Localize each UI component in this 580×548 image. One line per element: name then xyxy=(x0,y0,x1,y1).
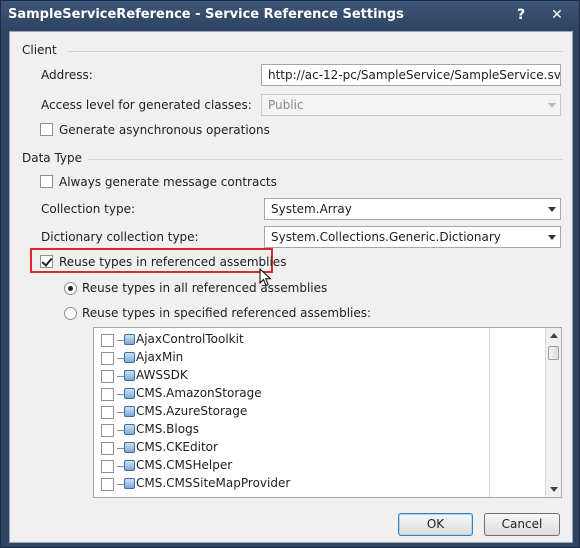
scroll-thumb[interactable] xyxy=(548,346,559,360)
collection-type-label: Collection type: xyxy=(41,202,136,216)
reuse-types-checkbox[interactable] xyxy=(40,255,53,268)
message-contracts-checkbox[interactable] xyxy=(40,175,53,188)
scroll-up-icon[interactable] xyxy=(546,328,561,343)
address-label: Address: xyxy=(41,68,93,82)
window-title: SampleServiceReference - Service Referen… xyxy=(8,7,404,22)
assembly-icon xyxy=(124,388,135,399)
ok-button[interactable]: OK xyxy=(398,513,473,536)
chevron-down-icon xyxy=(548,103,556,108)
assembly-name: CMS.CKEditor xyxy=(136,440,218,454)
close-button[interactable]: ✕ xyxy=(547,6,567,24)
client-group-divider xyxy=(68,51,563,52)
access-level-select[interactable]: Public xyxy=(261,94,561,116)
assembly-checkbox[interactable] xyxy=(101,334,114,347)
scroll-down-icon[interactable] xyxy=(546,482,561,497)
collection-type-value: System.Array xyxy=(271,202,352,216)
assembly-name: CMS.AzureStorage xyxy=(136,404,248,418)
assembly-checkbox[interactable] xyxy=(101,370,114,383)
list-item[interactable]: AjaxControlToolkit xyxy=(94,331,544,349)
data-type-group-divider xyxy=(88,159,563,160)
reuse-types-label[interactable]: Reuse types in referenced assemblies xyxy=(59,255,286,269)
list-item[interactable]: CMS.Blogs xyxy=(94,421,544,439)
assembly-icon xyxy=(124,442,135,453)
chevron-down-icon xyxy=(548,207,556,212)
dictionary-type-select[interactable]: System.Collections.Generic.Dictionary xyxy=(264,226,561,248)
address-input[interactable]: http://ac-12-pc/SampleService/SampleServ… xyxy=(261,64,561,86)
assembly-icon xyxy=(124,334,135,345)
reuse-all-label[interactable]: Reuse types in all referenced assemblies xyxy=(82,281,327,295)
assembly-checkbox[interactable] xyxy=(101,442,114,455)
access-level-value: Public xyxy=(268,98,304,112)
dialog-window: SampleServiceReference - Service Referen… xyxy=(0,0,580,548)
assembly-icon xyxy=(124,460,135,471)
list-item[interactable]: CMS.CMSSiteMapProvider xyxy=(94,475,544,493)
title-bar[interactable]: SampleServiceReference - Service Referen… xyxy=(1,1,579,31)
async-checkbox[interactable] xyxy=(40,123,53,136)
assembly-name: AjaxControlToolkit xyxy=(136,332,244,346)
assembly-checkbox[interactable] xyxy=(101,424,114,437)
assembly-checkbox[interactable] xyxy=(101,406,114,419)
assembly-checkbox[interactable] xyxy=(101,460,114,473)
data-type-group-label: Data Type xyxy=(22,151,83,165)
list-item[interactable]: AjaxMin xyxy=(94,349,544,367)
cancel-button[interactable]: Cancel xyxy=(484,513,560,536)
dictionary-type-label: Dictionary collection type: xyxy=(41,230,199,244)
assembly-checkbox[interactable] xyxy=(101,388,114,401)
collection-type-select[interactable]: System.Array xyxy=(264,198,561,220)
access-level-label: Access level for generated classes: xyxy=(41,98,252,112)
assembly-name: CMS.AmazonStorage xyxy=(136,386,262,400)
assembly-icon xyxy=(124,406,135,417)
assembly-icon xyxy=(124,424,135,435)
assembly-name: AjaxMin xyxy=(136,350,184,364)
assembly-icon xyxy=(124,352,135,363)
assemblies-listbox[interactable]: AjaxControlToolkit AjaxMin AWSSDK CMS.Am… xyxy=(93,327,562,498)
client-group-label: Client xyxy=(22,43,57,57)
assembly-name: CMS.CMSSiteMapProvider xyxy=(136,476,291,490)
dialog-body: Client Address: http://ac-12-pc/SampleSe… xyxy=(9,31,573,543)
assembly-checkbox[interactable] xyxy=(101,478,114,491)
assembly-icon xyxy=(124,370,135,381)
assembly-name: CMS.CMSHelper xyxy=(136,458,233,472)
assembly-checkbox[interactable] xyxy=(101,352,114,365)
dictionary-type-value: System.Collections.Generic.Dictionary xyxy=(271,230,501,244)
chevron-down-icon xyxy=(548,235,556,240)
list-item[interactable]: CMS.AmazonStorage xyxy=(94,385,544,403)
list-item[interactable]: CMS.CMSHelper xyxy=(94,457,544,475)
reuse-specified-radio[interactable] xyxy=(64,307,77,320)
list-item[interactable]: CMS.CKEditor xyxy=(94,439,544,457)
async-label[interactable]: Generate asynchronous operations xyxy=(59,123,270,137)
reuse-specified-label[interactable]: Reuse types in specified referenced asse… xyxy=(82,306,371,320)
assembly-name: AWSSDK xyxy=(136,368,188,382)
reuse-all-radio[interactable] xyxy=(64,282,77,295)
message-contracts-label[interactable]: Always generate message contracts xyxy=(59,175,277,189)
list-item[interactable]: CMS.AzureStorage xyxy=(94,403,544,421)
assembly-icon xyxy=(124,478,135,489)
listbox-scrollbar[interactable] xyxy=(545,328,561,497)
help-button[interactable]: ? xyxy=(511,6,531,24)
assembly-name: CMS.Blogs xyxy=(136,422,199,436)
list-item[interactable]: AWSSDK xyxy=(94,367,544,385)
